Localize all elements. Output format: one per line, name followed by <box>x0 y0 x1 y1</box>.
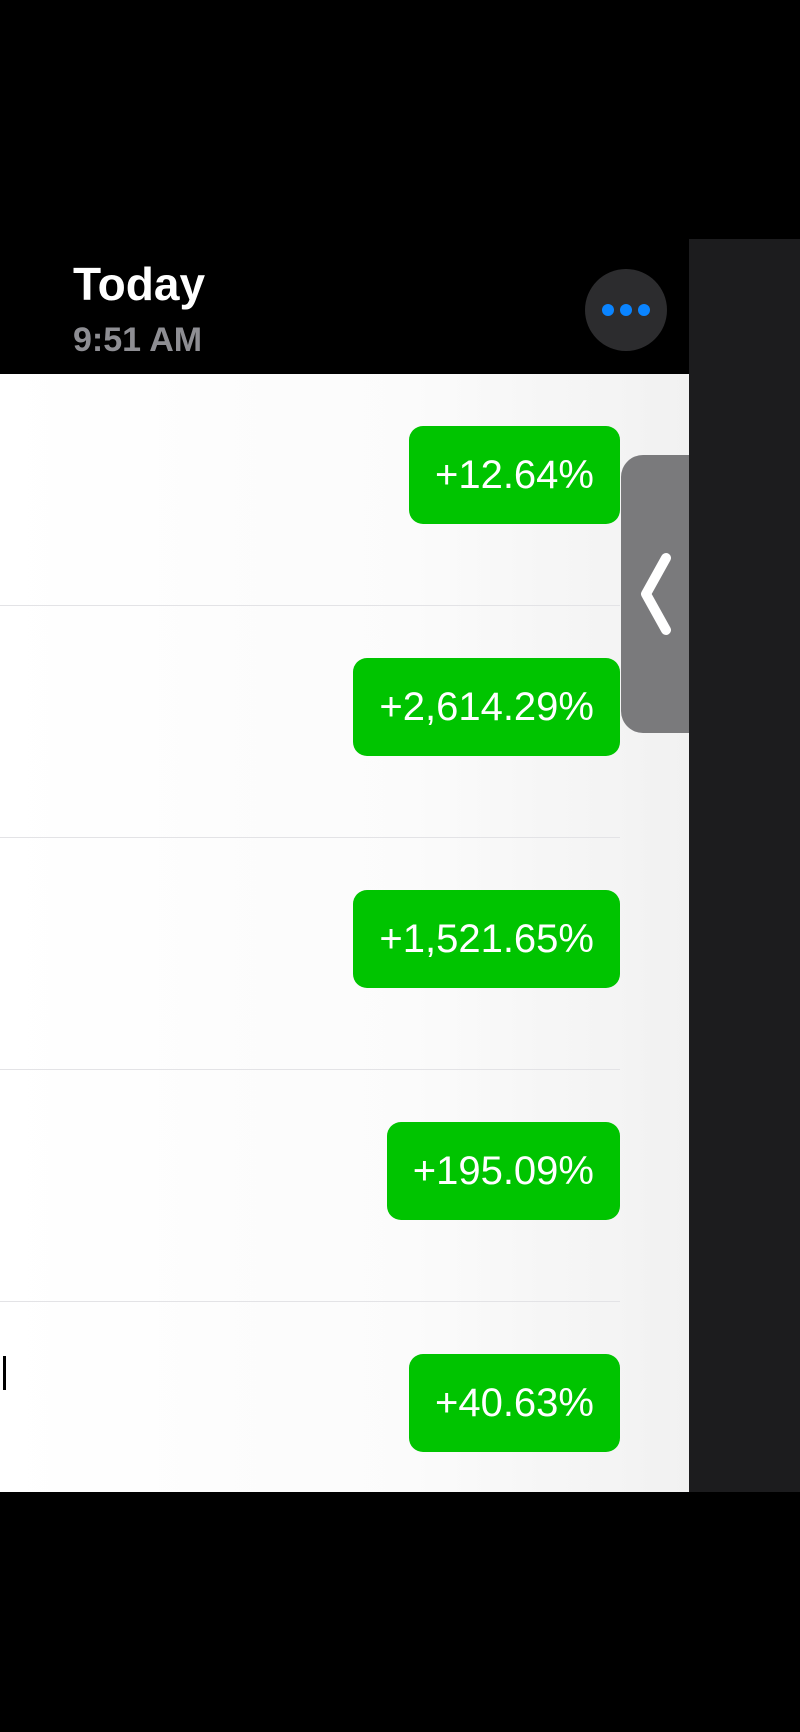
stock-list: +12.64% +2,614.29% +1,521.65% +195.09% +… <box>0 374 689 1492</box>
change-badge[interactable]: +1,521.65% <box>353 890 620 988</box>
collapse-handle[interactable] <box>621 455 689 733</box>
list-item[interactable]: +195.09% <box>0 1070 620 1302</box>
change-badge[interactable]: +2,614.29% <box>353 658 620 756</box>
page-title: Today <box>73 258 206 310</box>
list-item[interactable]: +40.63% <box>0 1302 620 1492</box>
timestamp: 9:51 AM <box>73 321 203 359</box>
change-badge[interactable]: +40.63% <box>408 1354 620 1452</box>
text-cursor <box>3 1356 6 1390</box>
list-item[interactable]: +2,614.29% <box>0 606 620 838</box>
ellipsis-icon <box>602 304 650 316</box>
change-badge[interactable]: +195.09% <box>386 1122 620 1220</box>
more-options-button[interactable] <box>585 269 667 351</box>
header: Today 9:51 AM <box>0 239 689 374</box>
change-badge[interactable]: +12.64% <box>408 426 620 524</box>
side-panel <box>689 239 800 1492</box>
list-item[interactable]: +12.64% <box>0 374 620 606</box>
screen: Today 9:51 AM +12.64% +2,614.29% +1,521.… <box>0 0 800 1732</box>
chevron-left-icon <box>641 553 671 635</box>
list-item[interactable]: +1,521.65% <box>0 838 620 1070</box>
